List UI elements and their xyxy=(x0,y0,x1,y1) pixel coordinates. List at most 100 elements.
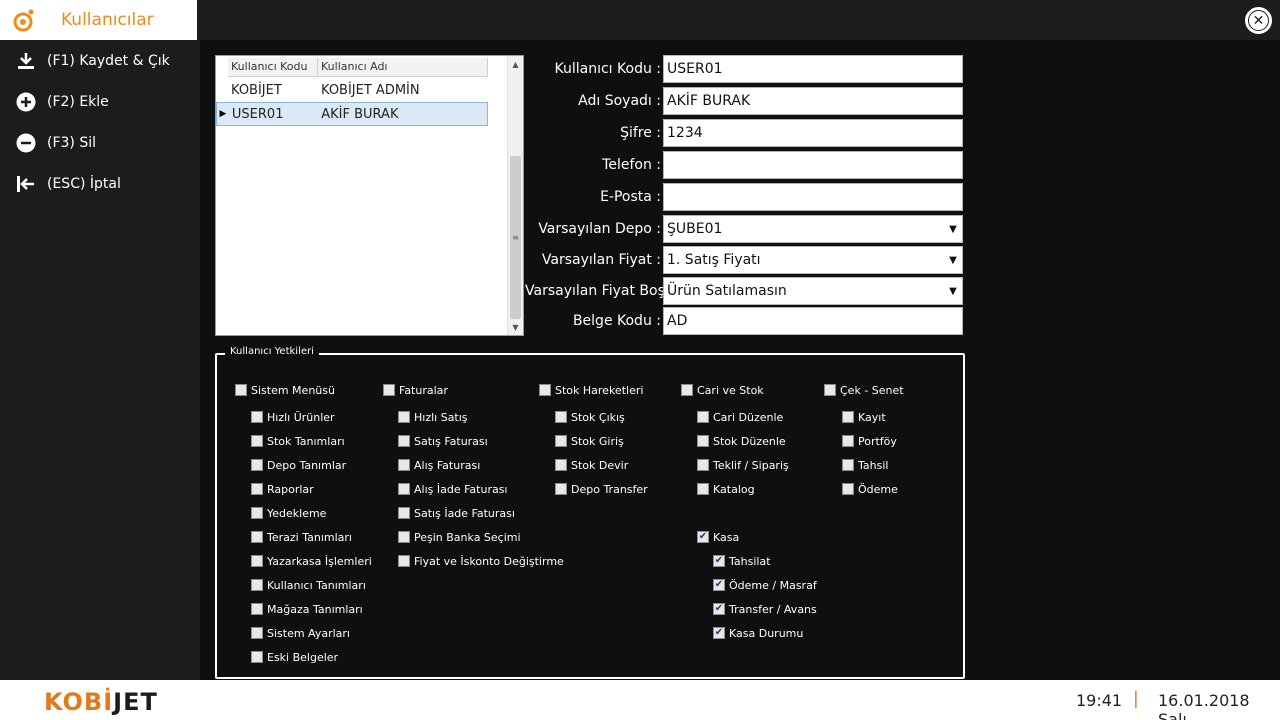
checkbox-faturalar[interactable]: Faturalar xyxy=(383,383,448,397)
checkbox-box[interactable] xyxy=(251,627,263,639)
table-row-selected[interactable]: ▶ USER01 AKİF BURAK xyxy=(216,102,488,126)
add-button[interactable]: (F2) Ekle xyxy=(0,81,197,122)
checkbox-box[interactable] xyxy=(383,384,395,396)
checkbox-item[interactable]: Alış Faturası xyxy=(398,458,480,472)
checkbox-item[interactable]: Katalog xyxy=(697,482,755,496)
checkbox-box[interactable] xyxy=(824,384,836,396)
checkbox-item-checked[interactable]: ✔ Transfer / Avans xyxy=(713,602,817,616)
checkbox-box[interactable] xyxy=(251,435,263,447)
checkbox-item[interactable]: Cari Düzenle xyxy=(697,410,783,424)
checkbox-box[interactable] xyxy=(842,435,854,447)
checkbox-box[interactable] xyxy=(251,411,263,423)
checkbox-box[interactable] xyxy=(842,411,854,423)
scroll-up-icon[interactable]: ▲ xyxy=(508,56,523,72)
scroll-down-icon[interactable]: ▼ xyxy=(508,319,523,335)
checkbox-item[interactable]: Ödeme xyxy=(842,482,898,496)
column-header-name[interactable]: Kullanıcı Adı xyxy=(318,58,488,76)
checkbox-item[interactable]: Fiyat ve İskonto Değiştirme xyxy=(398,554,564,568)
check-icon[interactable]: ✔ xyxy=(713,579,725,591)
checkbox-item[interactable]: Yazarkasa İşlemleri xyxy=(251,554,372,568)
checkbox-box[interactable] xyxy=(697,483,709,495)
checkbox-item[interactable]: Kayıt xyxy=(842,410,886,424)
full-name-input[interactable]: AKİF BURAK xyxy=(663,87,963,115)
checkbox-item[interactable]: Terazi Tanımları xyxy=(251,530,352,544)
checkbox-cek-senet[interactable]: Çek - Senet xyxy=(824,383,904,397)
user-code-input[interactable]: USER01 xyxy=(663,55,963,83)
checkbox-item[interactable]: Yedekleme xyxy=(251,506,326,520)
password-input[interactable]: 1234 xyxy=(663,119,963,147)
check-icon[interactable]: ✔ xyxy=(697,531,709,543)
checkbox-box[interactable] xyxy=(251,531,263,543)
email-input[interactable] xyxy=(663,183,963,211)
checkbox-box[interactable] xyxy=(398,507,410,519)
checkbox-item-checked[interactable]: ✔ Tahsilat xyxy=(713,554,771,568)
cancel-button[interactable]: (ESC) İptal xyxy=(0,163,197,204)
users-grid[interactable]: Kullanıcı Kodu Kullanıcı Adı KOBİJET KOB… xyxy=(215,55,524,336)
checkbox-box[interactable] xyxy=(697,435,709,447)
check-icon[interactable]: ✔ xyxy=(713,555,725,567)
checkbox-box[interactable] xyxy=(842,483,854,495)
checkbox-item[interactable]: Satış Faturası xyxy=(398,434,488,448)
chevron-down-icon[interactable]: ▼ xyxy=(946,281,960,301)
checkbox-box[interactable] xyxy=(681,384,693,396)
checkbox-item-checked[interactable]: ✔ Ödeme / Masraf xyxy=(713,578,817,592)
checkbox-sistem-menusu[interactable]: Sistem Menüsü xyxy=(235,383,335,397)
checkbox-box[interactable] xyxy=(251,507,263,519)
checkbox-item[interactable]: Teklif / Sipariş xyxy=(697,458,789,472)
doc-code-input[interactable]: AD xyxy=(663,307,963,335)
checkbox-box[interactable] xyxy=(398,435,410,447)
checkbox-item[interactable]: Alış İade Faturası xyxy=(398,482,508,496)
checkbox-item[interactable]: Stok Devir xyxy=(555,458,628,472)
scroll-thumb[interactable]: ≡ xyxy=(510,156,521,319)
checkbox-item[interactable]: Portföy xyxy=(842,434,897,448)
delete-button[interactable]: (F3) Sil xyxy=(0,122,197,163)
checkbox-item[interactable]: Depo Transfer xyxy=(555,482,648,496)
checkbox-item[interactable]: Stok Tanımları xyxy=(251,434,345,448)
checkbox-box[interactable] xyxy=(251,651,263,663)
checkbox-box[interactable] xyxy=(842,459,854,471)
checkbox-box[interactable] xyxy=(251,603,263,615)
default-price-empty-select[interactable]: Ürün Satılamasın ▼ xyxy=(663,277,963,305)
checkbox-kasa[interactable]: ✔ Kasa xyxy=(697,530,739,544)
checkbox-stok-hareketleri[interactable]: Stok Hareketleri xyxy=(539,383,643,397)
checkbox-box[interactable] xyxy=(539,384,551,396)
checkbox-item[interactable]: Hızlı Satış xyxy=(398,410,468,424)
checkbox-item[interactable]: Sistem Ayarları xyxy=(251,626,350,640)
checkbox-item[interactable]: Peşin Banka Seçimi xyxy=(398,530,521,544)
checkbox-box[interactable] xyxy=(398,411,410,423)
checkbox-item[interactable]: Raporlar xyxy=(251,482,314,496)
close-button[interactable]: ✕ xyxy=(1245,7,1272,34)
checkbox-box[interactable] xyxy=(398,531,410,543)
checkbox-box[interactable] xyxy=(697,411,709,423)
checkbox-box[interactable] xyxy=(555,483,567,495)
default-price-select[interactable]: 1. Satış Fiyatı ▼ xyxy=(663,246,963,274)
chevron-down-icon[interactable]: ▼ xyxy=(946,219,960,239)
checkbox-item[interactable]: Depo Tanımlar xyxy=(251,458,346,472)
checkbox-box[interactable] xyxy=(398,459,410,471)
check-icon[interactable]: ✔ xyxy=(713,627,725,639)
checkbox-box[interactable] xyxy=(697,459,709,471)
checkbox-item-checked[interactable]: ✔ Kasa Durumu xyxy=(713,626,803,640)
checkbox-item[interactable]: Hızlı Ürünler xyxy=(251,410,335,424)
checkbox-item[interactable]: Satış İade Faturası xyxy=(398,506,515,520)
checkbox-box[interactable] xyxy=(251,459,263,471)
grid-scrollbar[interactable]: ▲ ≡ ▼ xyxy=(507,56,523,335)
checkbox-box[interactable] xyxy=(251,555,263,567)
chevron-down-icon[interactable]: ▼ xyxy=(946,250,960,270)
checkbox-box[interactable] xyxy=(398,483,410,495)
phone-input[interactable] xyxy=(663,151,963,179)
checkbox-item[interactable]: Stok Düzenle xyxy=(697,434,786,448)
checkbox-item[interactable]: Stok Giriş xyxy=(555,434,624,448)
checkbox-box[interactable] xyxy=(555,411,567,423)
column-header-code[interactable]: Kullanıcı Kodu xyxy=(228,58,318,76)
table-row[interactable]: KOBİJET KOBİJET ADMİN xyxy=(216,78,488,102)
checkbox-item[interactable]: Mağaza Tanımları xyxy=(251,602,363,616)
checkbox-cari-ve-stok[interactable]: Cari ve Stok xyxy=(681,383,764,397)
checkbox-box[interactable] xyxy=(235,384,247,396)
checkbox-box[interactable] xyxy=(555,435,567,447)
checkbox-box[interactable] xyxy=(555,459,567,471)
checkbox-item[interactable]: Tahsil xyxy=(842,458,888,472)
checkbox-item[interactable]: Eski Belgeler xyxy=(251,650,338,664)
checkbox-box[interactable] xyxy=(251,483,263,495)
default-depot-select[interactable]: ŞUBE01 ▼ xyxy=(663,215,963,243)
